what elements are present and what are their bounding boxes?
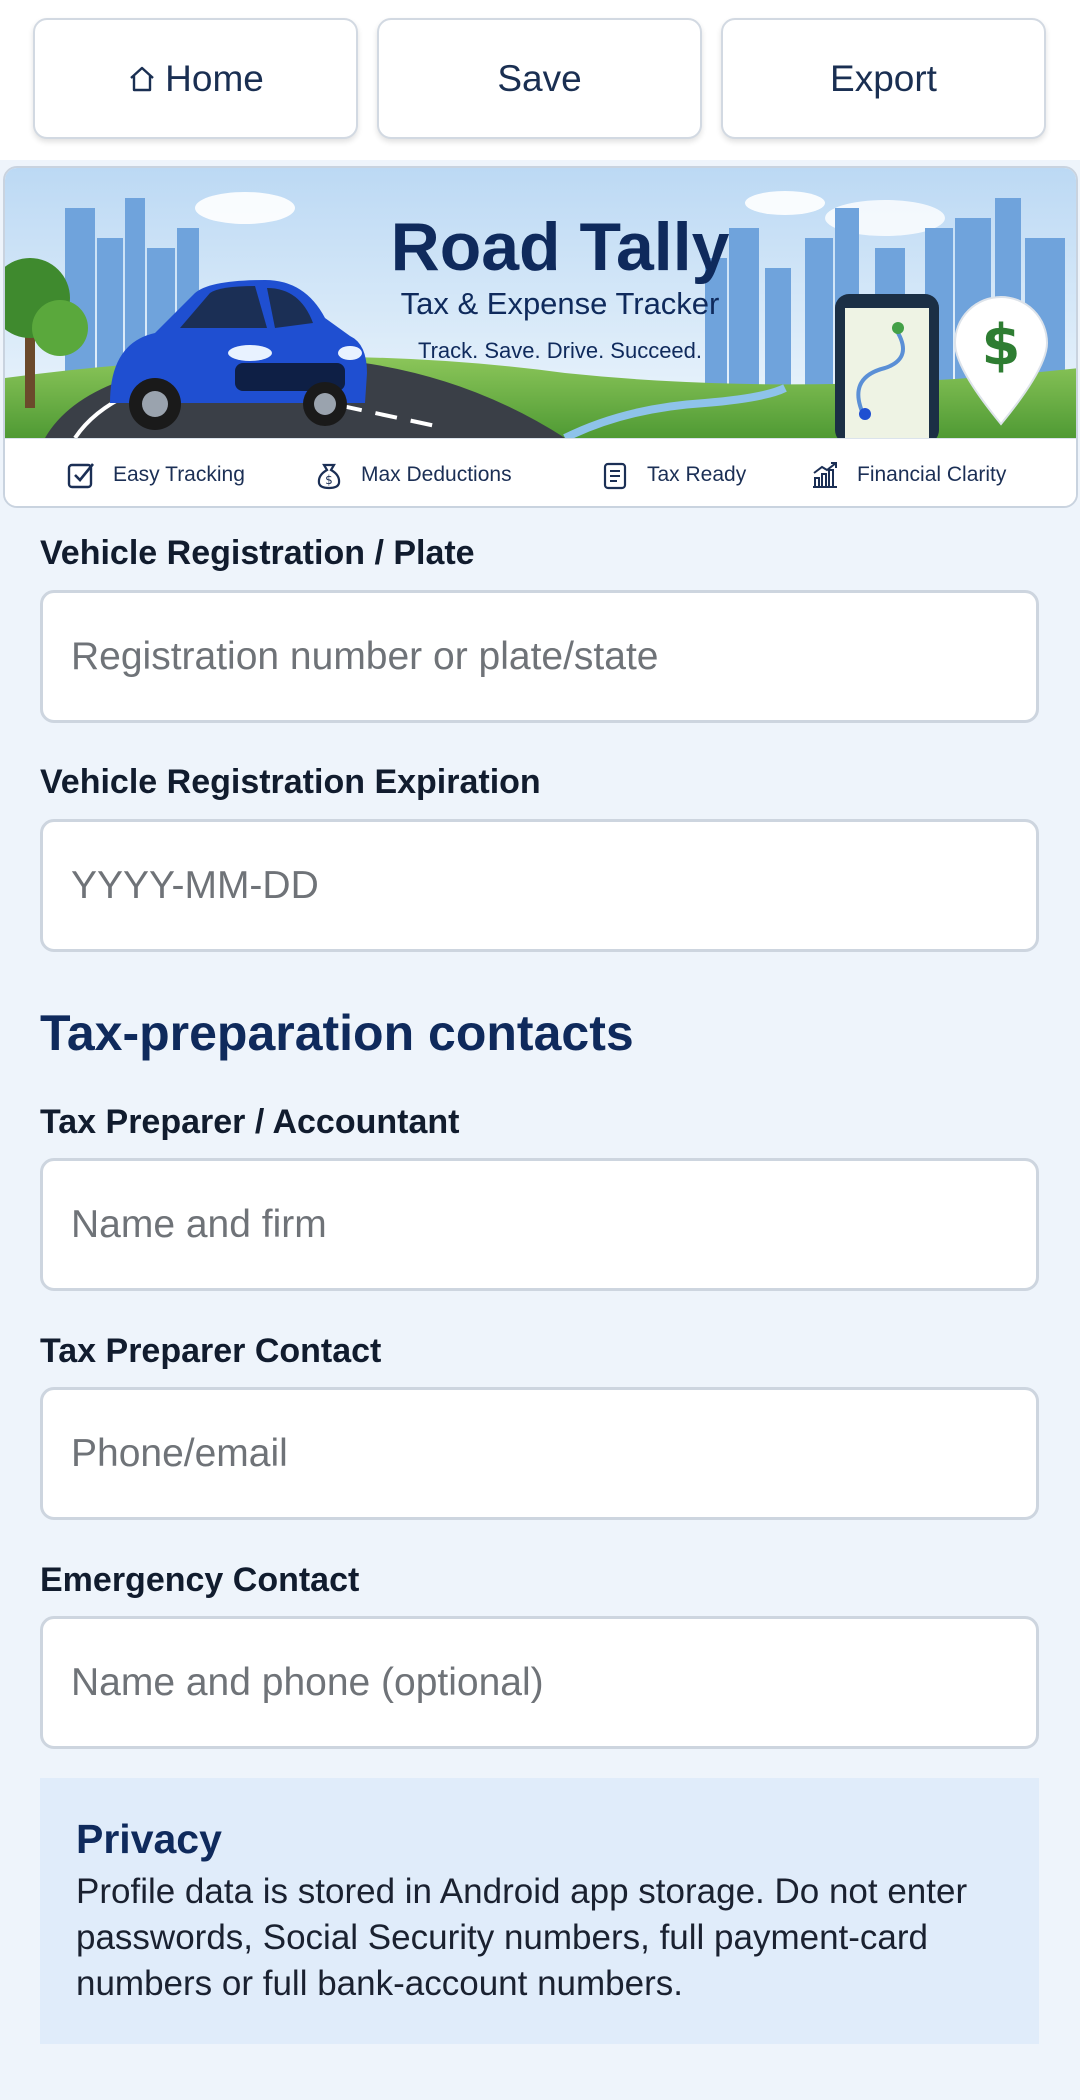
export-button-label: Export	[830, 57, 937, 99]
growth-chart-icon	[813, 462, 837, 488]
app-title: Road Tally	[390, 209, 730, 285]
registration-input[interactable]	[40, 590, 1039, 723]
svg-text:$: $	[325, 473, 333, 487]
home-icon	[130, 66, 154, 91]
emergency-contact-label: Emergency Contact	[40, 1561, 360, 1599]
feature-label: Tax Ready	[647, 463, 747, 486]
feature-financial-clarity: Financial Clarity	[809, 439, 1007, 506]
tax-preparer-contact-label: Tax Preparer Contact	[40, 1332, 382, 1370]
save-button-label: Save	[497, 57, 582, 99]
clipboard-icon	[603, 462, 627, 490]
dollar-sign: $	[982, 313, 1021, 378]
privacy-notice: Privacy Profile data is stored in Androi…	[40, 1778, 1039, 2044]
tax-preparer-input[interactable]	[40, 1158, 1039, 1291]
checkbox-icon	[67, 463, 95, 489]
feature-label: Max Deductions	[361, 463, 512, 486]
feature-strip: Easy Tracking $ Max Deductions Tax Ready	[5, 438, 1076, 506]
home-button[interactable]: Home	[33, 18, 358, 139]
feature-label: Financial Clarity	[857, 463, 1007, 486]
tax-preparer-contact-input[interactable]	[40, 1387, 1039, 1520]
privacy-title: Privacy	[76, 1816, 222, 1862]
money-bag-icon: $	[317, 463, 341, 490]
tax-preparer-label: Tax Preparer / Accountant	[40, 1103, 460, 1141]
app-subtitle: Tax & Expense Tracker	[400, 286, 720, 321]
feature-easy-tracking: Easy Tracking	[65, 439, 245, 506]
app-banner: $ Road Tally Tax & Expense Tracker Track…	[3, 166, 1078, 508]
feature-tax-ready: Tax Ready	[599, 439, 747, 506]
section-title: Tax-preparation contacts	[40, 1005, 634, 1061]
expiration-date-input[interactable]	[40, 819, 1039, 952]
top-toolbar: Home Save Export	[0, 0, 1080, 160]
save-button[interactable]: Save	[377, 18, 702, 139]
feature-label: Easy Tracking	[113, 463, 245, 486]
feature-max-deductions: $ Max Deductions	[313, 439, 512, 506]
home-button-label: Home	[165, 57, 264, 99]
expiration-label: Vehicle Registration Expiration	[40, 763, 541, 801]
registration-label: Vehicle Registration / Plate	[40, 534, 475, 572]
privacy-text: Profile data is stored in Android app st…	[76, 1872, 968, 2003]
phone-map-icon	[835, 294, 939, 438]
export-button[interactable]: Export	[721, 18, 1046, 139]
app-tagline: Track. Save. Drive. Succeed.	[417, 338, 703, 363]
emergency-contact-input[interactable]	[40, 1616, 1039, 1749]
